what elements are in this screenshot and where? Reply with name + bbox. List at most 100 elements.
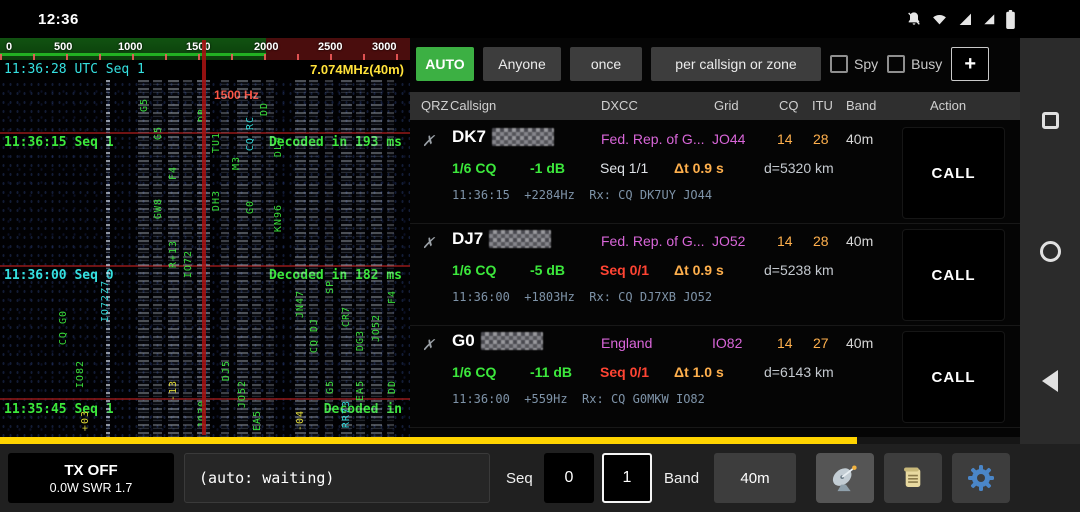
header-dxcc: DXCC — [601, 92, 638, 120]
utc-time-label: 11:36:28 UTC Seq 1 — [4, 62, 145, 77]
seq-odd-button[interactable]: 1 — [602, 453, 652, 503]
sequence-status: Seq 1/1 — [600, 160, 648, 176]
call-button[interactable]: CALL — [902, 331, 1005, 423]
rx-cycle-progress-track — [0, 437, 1020, 444]
freq-tick: 1500 — [186, 41, 210, 53]
tx-power-label: 0.0W SWR 1.7 — [50, 481, 133, 495]
distance: d=5238 km — [764, 262, 834, 278]
recents-button[interactable] — [1042, 112, 1059, 129]
once-button[interactable]: once — [570, 47, 642, 81]
band-value: 40m — [846, 131, 873, 147]
censored-callsign-pixels — [492, 128, 554, 146]
header-qrz: QRZ — [421, 92, 448, 120]
rx-message: 11:36:00 +1803Hz Rx: CQ DJ7XB JO52 — [452, 290, 712, 304]
satellite-dish-icon — [830, 463, 860, 493]
dxcc-entity: Fed. Rep. of G... — [601, 233, 705, 249]
trace-callsign-label: JO52 — [237, 380, 248, 408]
sequence-time-label: 11:36:15 Seq 1 — [4, 135, 114, 150]
snr-value: -5 dB — [530, 262, 565, 278]
callsign: G0 — [452, 331, 543, 351]
rx-message: 11:36:15 +2284Hz Rx: CQ DK7UY JO44 — [452, 188, 712, 202]
frequency-cursor-line — [202, 40, 206, 435]
call-button[interactable]: CALL — [902, 127, 1005, 219]
rx-cycle-progress-fill — [0, 437, 857, 444]
cq-count: 1/6 CQ — [452, 160, 496, 176]
decode-row[interactable]: ✗ DK7 Fed. Rep. of G... JO44 14 28 40m 1… — [410, 122, 1020, 224]
censored-callsign-pixels — [489, 230, 551, 248]
time-delta: Δt 0.9 s — [674, 262, 724, 278]
auto-status-panel: (auto: waiting) — [184, 453, 490, 503]
auto-button[interactable]: AUTO — [416, 47, 474, 81]
freq-tick: 2000 — [254, 41, 278, 53]
decode-duration-label: Decoded in 193 ms — [269, 135, 402, 150]
sequence-status: Seq 0/1 — [600, 262, 649, 278]
freq-tick: 2500 — [318, 41, 342, 53]
battery-icon — [1005, 10, 1016, 29]
decode-toolbar: AUTO Anyone once per callsign or zone Sp… — [416, 46, 989, 82]
trace-callsign-label: DG3 — [355, 330, 366, 351]
reply-filter-button[interactable]: per callsign or zone — [651, 47, 821, 81]
decode-panel: AUTO Anyone once per callsign or zone Sp… — [410, 38, 1020, 437]
trace-callsign-label: M3 — [231, 156, 242, 170]
trace-callsign-label: JN47 — [295, 290, 306, 318]
bottom-control-bar: TX OFF 0.0W SWR 1.7 (auto: waiting) Seq … — [0, 444, 1080, 512]
home-button[interactable] — [1040, 241, 1061, 262]
log-button[interactable] — [884, 453, 942, 503]
decode-rows: ✗ DK7 Fed. Rep. of G... JO44 14 28 40m 1… — [410, 122, 1020, 428]
sequence-time-label: 11:35:45 Seq 1 — [4, 402, 114, 417]
header-action: Action — [930, 92, 966, 120]
cellular-signal-2-icon — [982, 12, 996, 26]
trace-callsign-label: KN96 — [273, 204, 284, 232]
call-button[interactable]: CALL — [902, 229, 1005, 321]
band-select-button[interactable]: 40m — [714, 453, 796, 503]
decode-row[interactable]: ✗ DJ7 Fed. Rep. of G... JO52 14 28 40m 1… — [410, 224, 1020, 326]
trace-callsign-label: TU1 — [211, 132, 222, 153]
distance: d=5320 km — [764, 160, 834, 176]
cq-zone: 14 — [777, 335, 793, 351]
itu-zone: 28 — [813, 233, 829, 249]
freq-tick: 500 — [54, 41, 72, 53]
trace-callsign-label: IO82 — [75, 360, 86, 388]
callsign-prefix: G0 — [452, 331, 475, 351]
trace-callsign-label: JO52 — [371, 314, 382, 342]
android-nav-rail — [1020, 38, 1080, 444]
itu-zone: 28 — [813, 131, 829, 147]
busy-checkbox-box[interactable] — [887, 55, 905, 73]
back-button[interactable] — [1042, 370, 1058, 392]
scroll-log-icon — [900, 465, 926, 491]
trace-callsign-label: IO72Z7 — [100, 280, 111, 322]
radio-connection-button[interactable] — [816, 453, 874, 503]
wifi-icon — [931, 11, 948, 27]
header-grid: Grid — [714, 92, 739, 120]
header-itu: ITU — [812, 92, 833, 120]
spy-checkbox-label: Spy — [854, 56, 878, 72]
decode-duration-label: Decoded in — [324, 402, 402, 417]
decode-row[interactable]: ✗ G0 England IO82 14 27 40m 1/6 CQ -11 d… — [410, 326, 1020, 428]
freq-tick: 3000 — [372, 41, 396, 53]
snr-value: -1 dB — [530, 160, 565, 176]
grid-locator: JO44 — [712, 131, 745, 147]
add-button[interactable]: + — [951, 47, 989, 81]
spy-checkbox-box[interactable] — [830, 55, 848, 73]
auto-status-text: (auto: waiting) — [199, 469, 334, 487]
trace-callsign-label: GW8 — [153, 198, 164, 219]
settings-button[interactable] — [952, 453, 1010, 503]
grid-locator: IO82 — [712, 335, 742, 351]
android-status-bar: 12:36 — [0, 0, 1080, 38]
decode-table-header: QRZ Callsign DXCC Grid CQ ITU Band Actio… — [410, 92, 1020, 120]
cq-zone: 14 — [777, 131, 793, 147]
spy-checkbox[interactable]: Spy — [830, 55, 878, 73]
trace-callsign-label: F4 — [168, 166, 179, 180]
time-delta: Δt 1.0 s — [674, 364, 724, 380]
trace-callsign-label: DD — [387, 380, 398, 394]
status-icons — [906, 10, 1016, 29]
busy-checkbox[interactable]: Busy — [887, 55, 942, 73]
qrz-status-icon: ✗ — [422, 336, 435, 354]
anyone-button[interactable]: Anyone — [483, 47, 561, 81]
tx-toggle-button[interactable]: TX OFF 0.0W SWR 1.7 — [8, 453, 174, 503]
trace-callsign-label: DJ5 — [221, 360, 232, 381]
seq-even-button[interactable]: 0 — [544, 453, 594, 503]
tx-status-label: TX OFF — [64, 462, 117, 479]
trace-callsign-label: EA5 — [252, 410, 263, 431]
censored-callsign-pixels — [481, 332, 543, 350]
